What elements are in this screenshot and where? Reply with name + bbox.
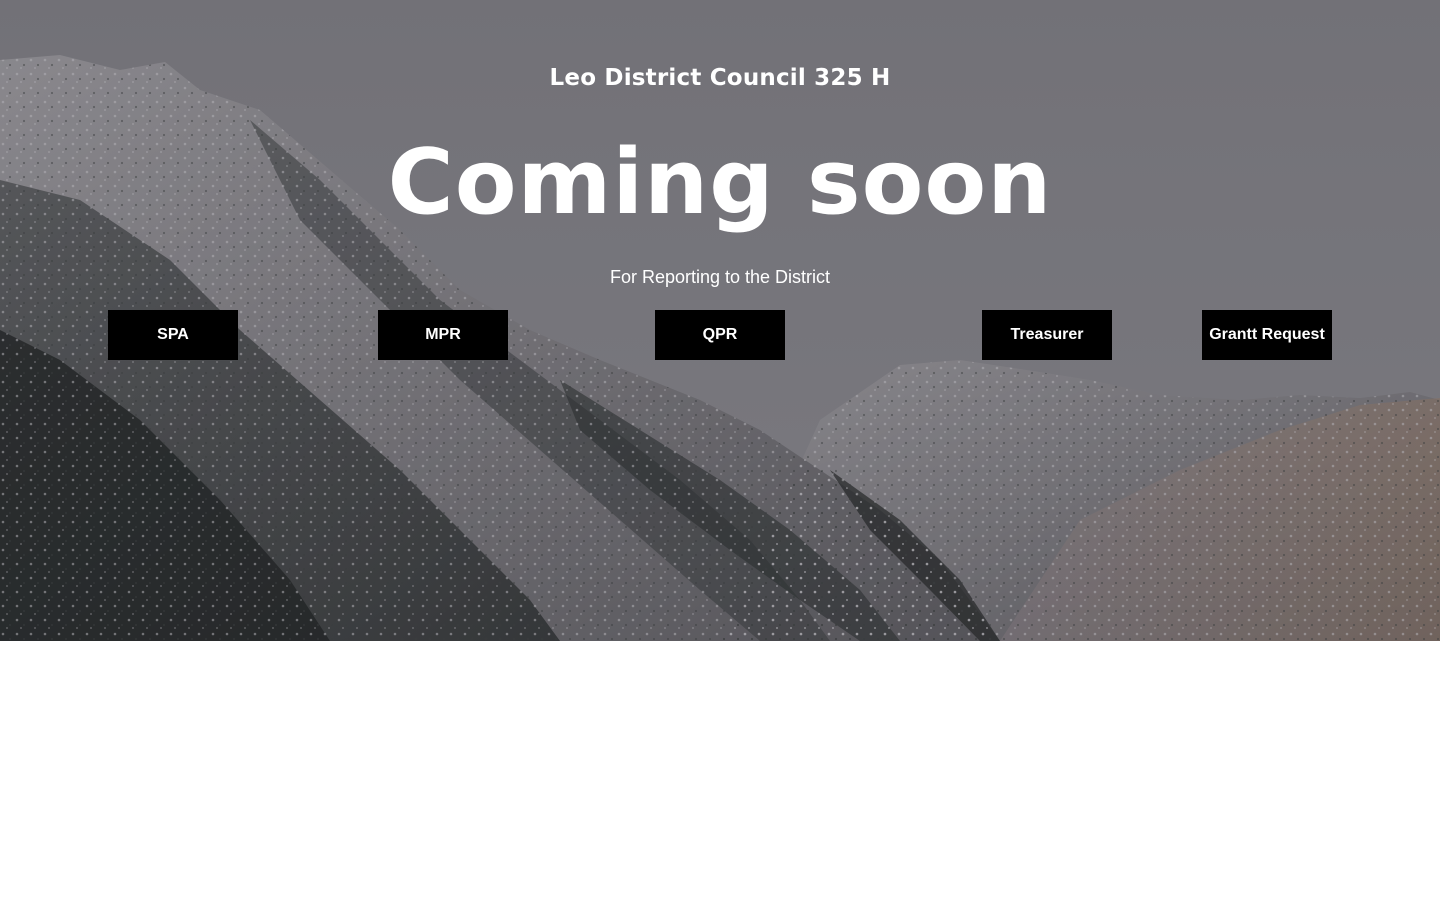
mpr-button[interactable]: MPR: [378, 310, 508, 360]
site-title: Leo District Council 325 H: [549, 65, 891, 91]
qpr-button[interactable]: QPR: [655, 310, 785, 360]
spa-button[interactable]: SPA: [108, 310, 238, 360]
hero-section: Leo District Council 325 H Coming soon F…: [0, 0, 1440, 641]
subtitle: For Reporting to the District: [609, 267, 831, 287]
grant-request-button[interactable]: Grantt Request: [1202, 310, 1332, 360]
treasurer-button[interactable]: Treasurer: [982, 310, 1112, 360]
coming-soon-headline: Coming soon: [387, 130, 1053, 235]
